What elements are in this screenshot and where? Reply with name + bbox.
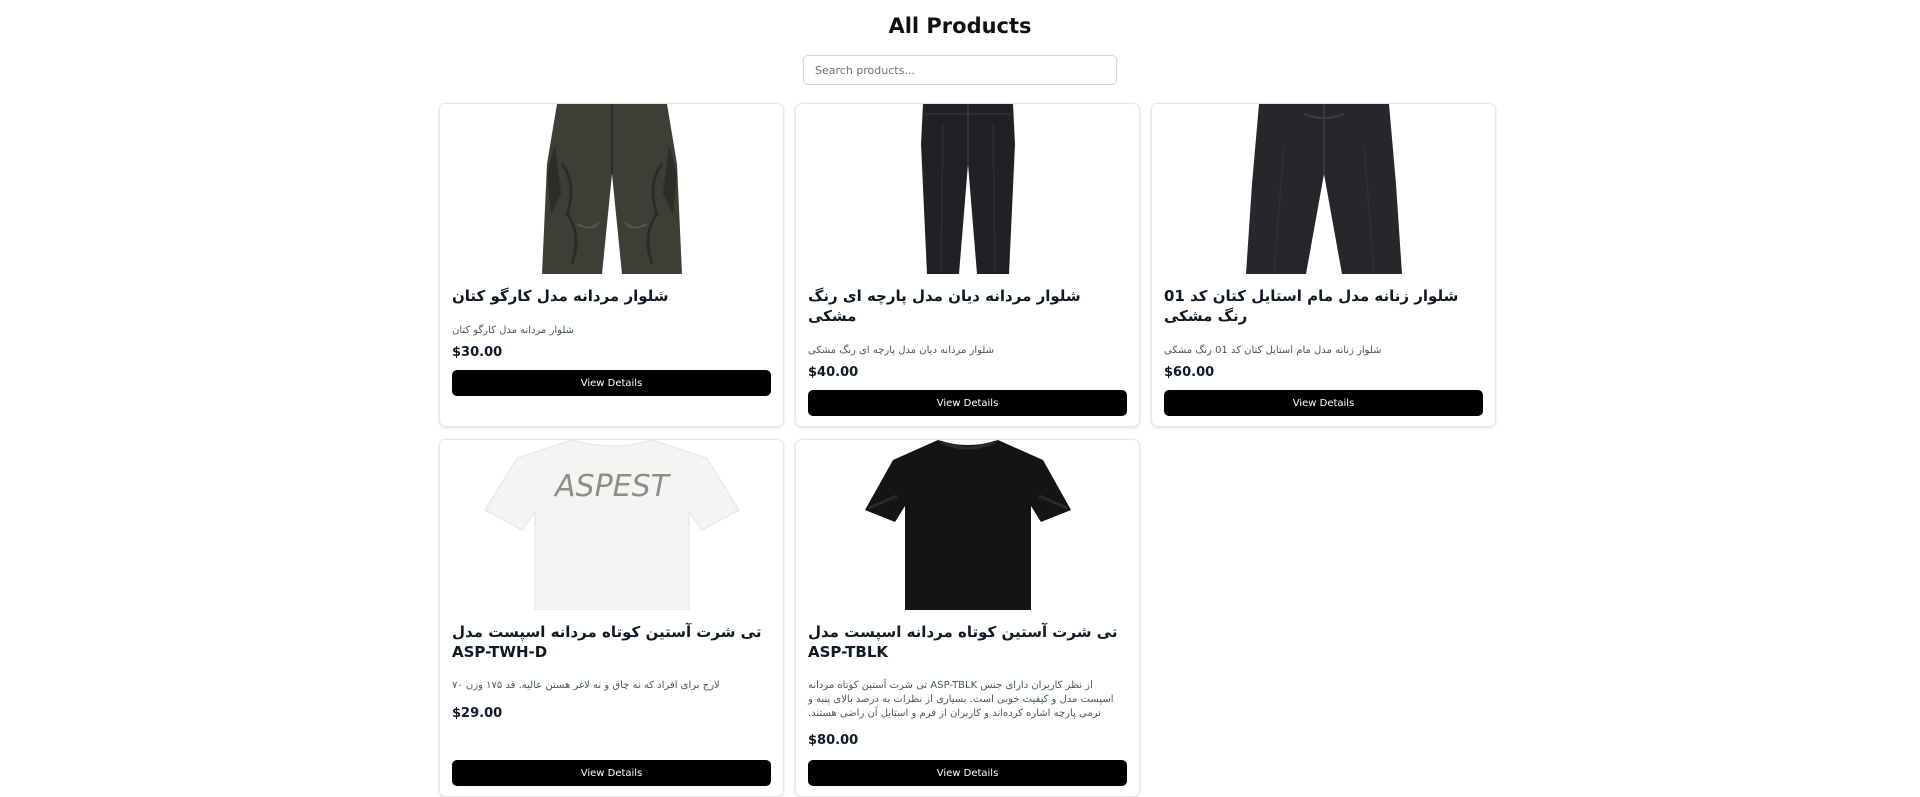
product-price: $80.00: [808, 733, 859, 748]
product-description: لارج برای افراد که نه چاق و نه لاغر هستن…: [452, 680, 720, 691]
product-card: شلوار مردانه مدل کارگو کتان شلوار مردانه…: [439, 103, 784, 427]
product-description: شلوار زنانه مدل مام استایل کتان کد 01 رن…: [1164, 345, 1382, 356]
search-input[interactable]: [803, 55, 1117, 85]
product-title: شلوار زنانه مدل مام استایل کتان کد 01 رن…: [1164, 287, 1459, 325]
product-card: تی شرت آستین کوتاه مردانه اسپست مدل ASP-…: [795, 439, 1140, 797]
product-image[interactable]: [796, 104, 1139, 274]
white-aspest-tshirt-image: ASPEST: [483, 440, 740, 610]
product-card: شلوار مردانه دیان مدل پارچه ای رنگ مشکی …: [795, 103, 1140, 427]
product-image[interactable]: [440, 104, 783, 274]
product-card: شلوار زنانه مدل مام استایل کتان کد 01 رن…: [1151, 103, 1496, 427]
olive-cargo-pants-image: [541, 104, 682, 274]
black-tshirt-image: [864, 440, 1071, 610]
view-details-button[interactable]: View Details: [452, 370, 771, 396]
tshirt-print-text: ASPEST: [553, 469, 672, 504]
product-price: $30.00: [452, 345, 503, 360]
view-details-button[interactable]: View Details: [808, 760, 1127, 786]
product-card: ASPEST تی شرت آستین کوتاه مردانه اسپست م…: [439, 439, 784, 797]
view-details-button[interactable]: View Details: [808, 390, 1127, 416]
view-details-button[interactable]: View Details: [1164, 390, 1483, 416]
page-title: All Products: [888, 14, 1032, 38]
product-price: $40.00: [808, 365, 859, 380]
product-price: $29.00: [452, 706, 503, 721]
product-image[interactable]: [796, 440, 1139, 610]
product-image[interactable]: ASPEST: [440, 440, 783, 610]
product-description: شلوار مردانه مدل کارگو کتان: [452, 325, 575, 336]
product-title: شلوار مردانه دیان مدل پارچه ای رنگ مشکی: [808, 287, 1081, 325]
black-wide-pants-image: [1245, 104, 1402, 274]
product-title: شلوار مردانه مدل کارگو کتان: [452, 287, 669, 305]
product-title: تی شرت آستین کوتاه مردانه اسپست مدل ASP-…: [808, 623, 1118, 661]
black-slim-pants-image: [920, 104, 1015, 274]
product-price: $60.00: [1164, 365, 1215, 380]
product-title: تی شرت آستین کوتاه مردانه اسپست مدل ASP-…: [452, 623, 762, 661]
search-bar: [0, 55, 1920, 85]
product-image[interactable]: [1152, 104, 1495, 274]
product-description: شلوار مردانه دیان مدل پارچه ای رنگ مشکی: [808, 345, 994, 356]
product-grid: شلوار مردانه مدل کارگو کتان شلوار مردانه…: [439, 103, 1496, 797]
product-description: از نظر کاربران دارای جنس ASP-TBLK تی شرت…: [808, 680, 1114, 719]
view-details-button[interactable]: View Details: [452, 760, 771, 786]
